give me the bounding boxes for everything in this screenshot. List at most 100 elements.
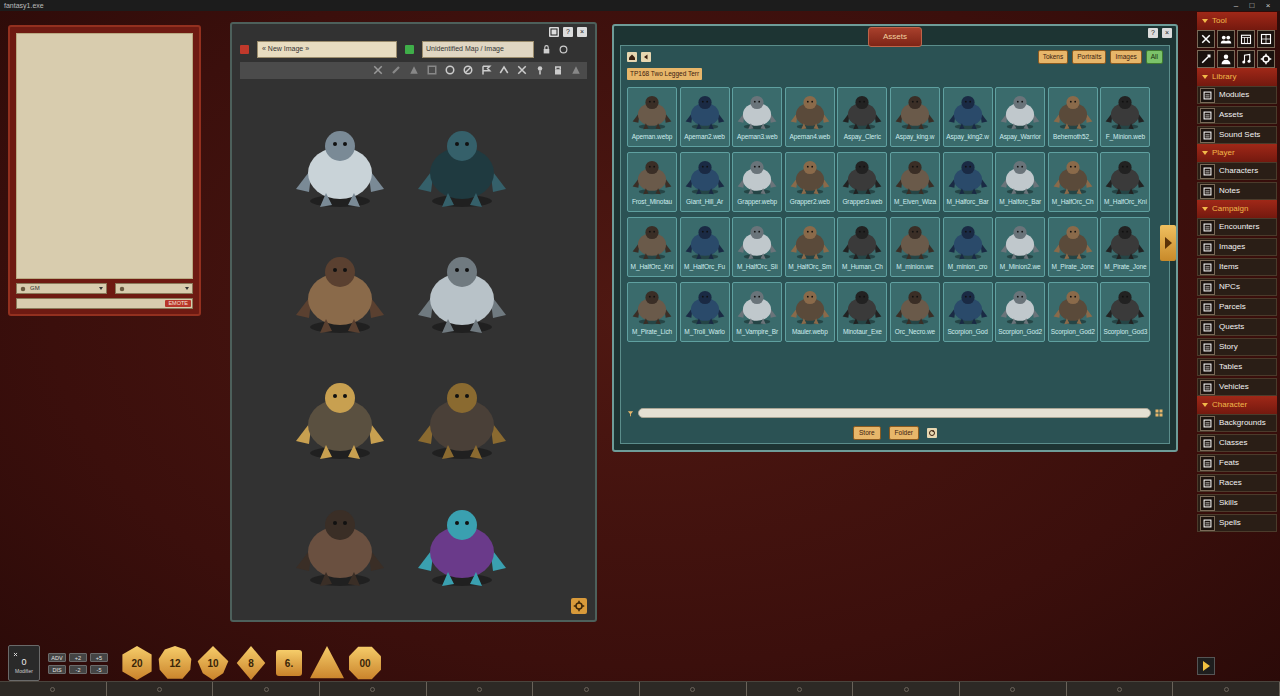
asset-item[interactable]: M_Pirate_Jone <box>1048 217 1098 277</box>
help-button[interactable]: ? <box>563 27 573 37</box>
filter-button[interactable]: All <box>1146 50 1163 64</box>
asset-item[interactable]: F_Minion.web <box>1100 87 1150 147</box>
speaker-dropdown[interactable]: GM <box>16 283 107 294</box>
chat-mode-button[interactable]: EMOTE <box>165 300 191 307</box>
tool-icon[interactable] <box>389 63 403 77</box>
sidebar-item[interactable]: Skills <box>1197 494 1277 512</box>
tool-icon[interactable] <box>443 63 457 77</box>
lock-icon[interactable] <box>542 45 551 54</box>
asset-item[interactable]: M_Halforc_Bar <box>995 152 1045 212</box>
asset-item[interactable]: Apeman2.web <box>680 87 730 147</box>
tool-icon[interactable] <box>569 63 583 77</box>
gear-icon[interactable] <box>571 598 587 614</box>
asset-item[interactable]: Grapper3.web <box>837 152 887 212</box>
sidebar-item[interactable]: Story <box>1197 338 1277 356</box>
asset-item[interactable]: Apeman.webp <box>627 87 677 147</box>
search-field[interactable] <box>638 408 1151 418</box>
asset-item[interactable]: Behemoth52_ <box>1048 87 1098 147</box>
asset-item[interactable]: Aspay_Warrior <box>995 87 1045 147</box>
sidebar-section-header[interactable]: Player <box>1197 144 1277 162</box>
die-d8[interactable]: 8 <box>234 646 268 680</box>
hotkey-slot[interactable] <box>960 682 1067 696</box>
grid-icon[interactable] <box>1155 409 1163 417</box>
minimize-button[interactable]: – <box>1228 0 1244 11</box>
sidebar-item[interactable]: Notes <box>1197 182 1277 200</box>
sidebar-section-header[interactable]: Character <box>1197 396 1277 414</box>
asset-item[interactable]: Minotaur_Exe <box>837 282 887 342</box>
sidebar-item[interactable]: Tables <box>1197 358 1277 376</box>
expand-button[interactable] <box>1197 657 1215 675</box>
sidebar-item[interactable]: Assets <box>1197 106 1277 124</box>
modifier-button[interactable]: -2 <box>69 665 87 674</box>
tool-icon[interactable] <box>533 63 547 77</box>
asset-item[interactable]: Giant_Hill_Ar <box>680 152 730 212</box>
help-button[interactable]: ? <box>1148 28 1158 38</box>
modifier-button[interactable]: +5 <box>90 653 108 662</box>
asset-item[interactable]: Grapper2.web <box>785 152 835 212</box>
tool-icon[interactable] <box>407 63 421 77</box>
token-image[interactable] <box>412 492 512 592</box>
modifier-box[interactable]: 0Modifier <box>8 645 40 681</box>
options-icon[interactable] <box>1217 50 1235 68</box>
die-d12[interactable]: 12 <box>158 646 192 680</box>
sidebar-item[interactable]: Races <box>1197 474 1277 492</box>
filter-button[interactable]: Portraits <box>1072 50 1106 64</box>
asset-item[interactable]: M_minion_cro <box>943 217 993 277</box>
sidebar-item[interactable]: Parcels <box>1197 298 1277 316</box>
asset-item[interactable]: Scorpion_God2 <box>995 282 1045 342</box>
asset-item[interactable]: Aspay_king.w <box>890 87 940 147</box>
sound-icon[interactable] <box>1237 50 1255 68</box>
asset-item[interactable]: Aspay_Cleric <box>837 87 887 147</box>
hotkey-slot[interactable] <box>853 682 960 696</box>
die-d6[interactable]: 6. <box>276 650 302 676</box>
tool-icon[interactable] <box>371 63 385 77</box>
hotkey-slot[interactable] <box>427 682 534 696</box>
asset-item[interactable]: Scorpion_God3 <box>1100 282 1150 342</box>
sidebar-item[interactable]: Sound Sets <box>1197 126 1277 144</box>
sidebar-item[interactable]: Vehicles <box>1197 378 1277 396</box>
hotkey-slot[interactable] <box>320 682 427 696</box>
close-button[interactable]: × <box>1260 0 1276 11</box>
back-icon[interactable] <box>641 52 651 62</box>
die-d10[interactable]: 10 <box>196 646 230 680</box>
die-d4[interactable] <box>310 646 344 680</box>
asset-item[interactable]: M_HalfOrc_Sm <box>785 217 835 277</box>
tool-icon[interactable] <box>425 63 439 77</box>
chat-input[interactable]: EMOTE <box>16 298 193 309</box>
lighting-icon[interactable] <box>1197 50 1215 68</box>
tool-icon[interactable] <box>497 63 511 77</box>
home-icon[interactable] <box>627 52 637 62</box>
calendar-icon[interactable] <box>1237 30 1255 48</box>
asset-item[interactable]: M_Pirate_Jone <box>1100 217 1150 277</box>
sidebar-item[interactable]: Backgrounds <box>1197 414 1277 432</box>
token-image[interactable] <box>412 239 512 339</box>
asset-item[interactable]: M_minion.we <box>890 217 940 277</box>
map-grid-icon[interactable] <box>1257 30 1275 48</box>
hotkey-slot[interactable] <box>1067 682 1174 696</box>
sidebar-item[interactable]: Spells <box>1197 514 1277 532</box>
sidebar-item[interactable]: Modules <box>1197 86 1277 104</box>
sidebar-item[interactable]: Quests <box>1197 318 1277 336</box>
die-d20[interactable]: 20 <box>120 646 154 680</box>
asset-item[interactable]: Mauler.webp <box>785 282 835 342</box>
hotkey-slot[interactable] <box>0 682 107 696</box>
token-image[interactable] <box>290 113 390 213</box>
combat-icon[interactable] <box>1197 30 1215 48</box>
modifier-button[interactable]: +2 <box>69 653 87 662</box>
maximize-button[interactable]: □ <box>1244 0 1260 11</box>
asset-item[interactable]: M_HalfOrc_Kni <box>627 217 677 277</box>
party-icon[interactable] <box>1217 30 1235 48</box>
share-icon[interactable] <box>559 45 568 54</box>
asset-item[interactable]: Orc_Necro.we <box>890 282 940 342</box>
tool-icon[interactable] <box>551 63 565 77</box>
hotkey-slot[interactable] <box>533 682 640 696</box>
settings-icon[interactable] <box>1257 50 1275 68</box>
asset-item[interactable]: Scorpion_God2 <box>1048 282 1098 342</box>
tool-icon[interactable] <box>515 63 529 77</box>
sidebar-item[interactable]: Images <box>1197 238 1277 256</box>
sidebar-section-header[interactable]: Tool <box>1197 12 1277 30</box>
refresh-icon[interactable] <box>927 428 937 438</box>
hotkey-slot[interactable] <box>747 682 854 696</box>
sidebar-item[interactable]: Encounters <box>1197 218 1277 236</box>
sidebar-item[interactable]: Characters <box>1197 162 1277 180</box>
